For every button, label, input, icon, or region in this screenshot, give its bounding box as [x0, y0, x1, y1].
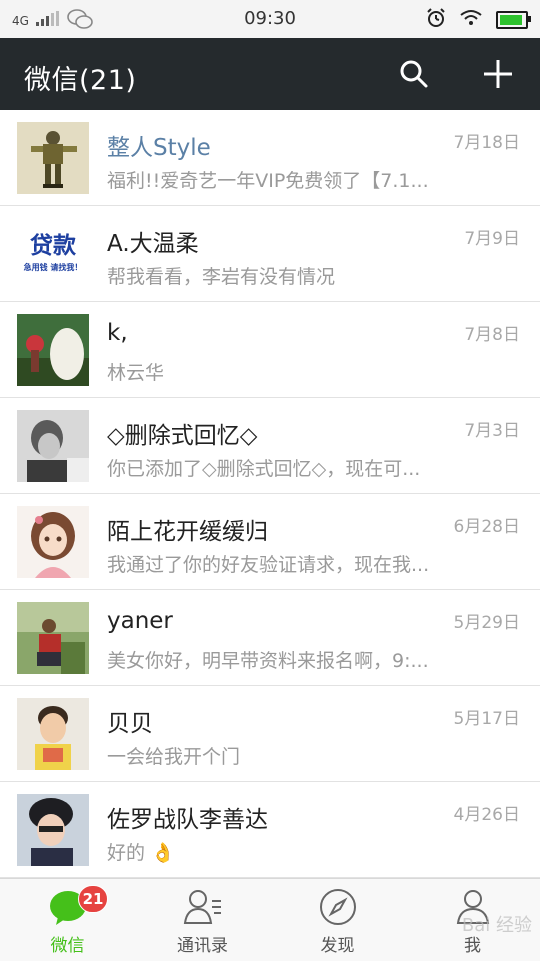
chat-row[interactable]: 贝贝 5月17日 一会给我开个门 [0, 686, 540, 782]
avatar-title: 贷款 [30, 233, 76, 259]
status-right [426, 8, 531, 32]
robot-avatar [17, 122, 89, 194]
loan-ad-avatar: 贷款 急用钱 请找我！ [17, 218, 89, 290]
chat-date: 7月3日 [464, 421, 520, 441]
boy-photo-avatar [17, 794, 89, 866]
battery-fill [500, 15, 522, 25]
cartoon-avatar [17, 314, 89, 386]
chat-row[interactable]: 贷款 急用钱 请找我！ A.大温柔 7月9日 帮我看看，李岩有没有情况 [0, 206, 540, 302]
chat-preview: 好的 👌 [107, 842, 175, 864]
chat-date: 7月18日 [453, 133, 520, 153]
add-button[interactable] [480, 56, 516, 92]
chat-row[interactable]: ◇删除式回忆◇ 7月3日 你已添加了◇删除式回忆◇，现在可... [0, 398, 540, 494]
chat-date: 5月17日 [453, 709, 520, 729]
chat-name: k, [107, 320, 128, 346]
app-bar: 微信(21) [0, 38, 540, 110]
tab-discover[interactable]: 发现 [270, 879, 405, 961]
status-bar: 4G 09:30 [0, 0, 540, 38]
chat-date: 4月26日 [453, 805, 520, 825]
wifi-icon [460, 9, 482, 31]
chat-list: 整人Style 7月18日 福利!!爱奇艺一年VIP免费领了【7.1... 贷款… [0, 110, 540, 878]
chat-row[interactable]: 整人Style 7月18日 福利!!爱奇艺一年VIP免费领了【7.1... [0, 110, 540, 206]
chat-date: 7月8日 [464, 325, 520, 345]
tab-contacts[interactable]: 通讯录 [135, 879, 270, 961]
chat-name: A.大温柔 [107, 231, 199, 257]
chat-preview: 福利!!爱奇艺一年VIP免费领了【7.1... [107, 170, 429, 192]
avatar-subtitle: 急用钱 请找我！ [23, 263, 83, 272]
chat-row[interactable]: yaner 5月29日 美女你好，明早带资料来报名啊，9:... [0, 590, 540, 686]
chat-name: 佐罗战队李善达 [107, 807, 268, 833]
chat-name: ◇删除式回忆◇ [107, 423, 258, 449]
page-title: 微信(21) [24, 65, 137, 96]
chat-date: 6月28日 [453, 517, 520, 537]
plus-icon [484, 60, 512, 88]
chat-date: 5月29日 [453, 613, 520, 633]
tab-label: 发现 [320, 936, 355, 956]
tab-label: 微信 [50, 936, 85, 956]
chat-preview: 美女你好，明早带资料来报名啊，9:... [107, 650, 429, 672]
chat-preview: 帮我看看，李岩有没有情况 [107, 266, 336, 288]
alarm-icon [426, 8, 446, 32]
search-icon [400, 60, 428, 88]
search-button[interactable] [396, 56, 432, 92]
chat-name: 整人Style [107, 135, 211, 161]
chat-preview: 林云华 [107, 362, 165, 384]
chat-name: 贝贝 [107, 711, 153, 737]
contacts-icon [183, 890, 221, 924]
bw-photo-avatar [17, 410, 89, 482]
chat-preview: 我通过了你的好友验证请求，现在我... [107, 554, 430, 576]
battery-icon [496, 11, 531, 29]
compass-icon [320, 889, 356, 925]
bottom-tab-bar: 21 微信 通讯录 发现 我 Bai 经验 [0, 878, 540, 961]
child-photo-avatar [17, 698, 89, 770]
tab-wechat[interactable]: 21 微信 [0, 879, 135, 961]
tab-label: 通讯录 [177, 936, 228, 956]
chat-preview: 一会给我开个门 [107, 746, 241, 768]
chat-name: 陌上花开缓缓归 [107, 519, 268, 545]
watermark: Bai 经验 [461, 915, 532, 936]
chat-row[interactable]: 陌上花开缓缓归 6月28日 我通过了你的好友验证请求，现在我... [0, 494, 540, 590]
unread-badge: 21 [78, 885, 108, 913]
chat-date: 7月9日 [464, 229, 520, 249]
chat-name: yaner [107, 608, 173, 634]
chat-preview: 你已添加了◇删除式回忆◇，现在可... [107, 458, 421, 480]
anime-girl-avatar [17, 506, 89, 578]
chat-row[interactable]: 佐罗战队李善达 4月26日 好的 👌 [0, 782, 540, 878]
chat-row[interactable]: k, 7月8日 林云华 [0, 302, 540, 398]
outdoor-photo-avatar [17, 602, 89, 674]
